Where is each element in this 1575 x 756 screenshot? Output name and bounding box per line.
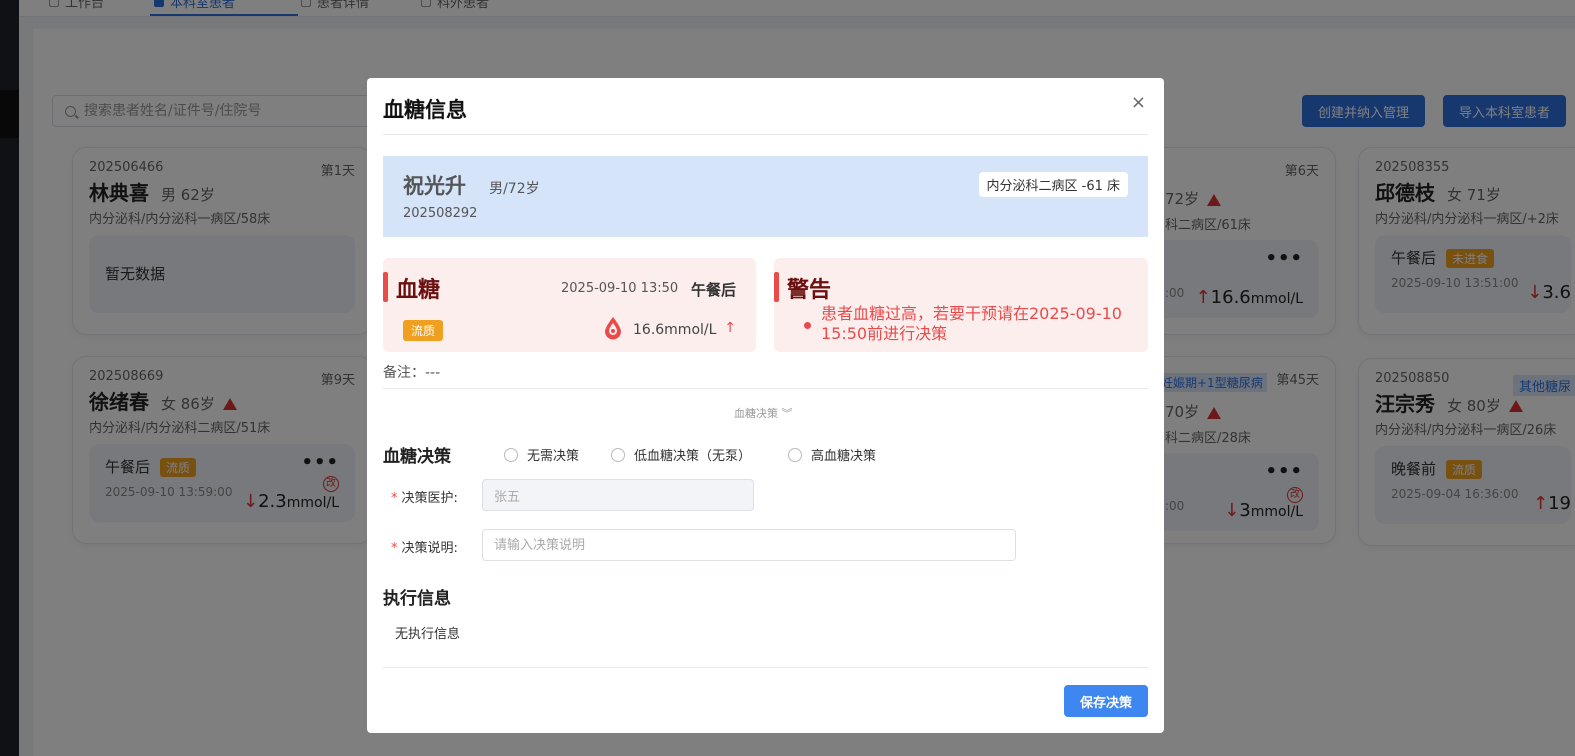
divider — [383, 667, 1148, 668]
bullet-dot — [804, 322, 811, 329]
close-icon[interactable]: × — [1131, 92, 1146, 113]
warning-title: 警告 — [787, 278, 832, 303]
radio-hypo-decision[interactable]: 低血糖决策（无泵） — [611, 445, 751, 464]
blood-drop-icon — [605, 317, 621, 340]
decision-note-input[interactable] — [482, 529, 1016, 561]
decision-section-title: 血糖决策 — [383, 447, 451, 467]
glucose-info-dialog: 血糖信息 × 祝光升 男/72岁 202508292 内分泌科二病区 -61 床… — [367, 78, 1164, 733]
decision-note-label: * 决策说明: — [391, 541, 458, 556]
decision-doctor-field — [482, 479, 754, 511]
remark-text: 备注：--- — [383, 365, 441, 381]
bed-badge: 内分泌科二病区 -61 床 — [978, 172, 1128, 197]
warning-message: 患者血糖过高，若要干预请在2025-09-10 15:50前进行决策 — [821, 304, 1122, 343]
arrow-up-icon: ↑ — [724, 320, 736, 336]
execution-section-title: 执行信息 — [383, 589, 451, 609]
save-decision-button[interactable]: 保存决策 — [1063, 685, 1148, 717]
radio-hyper-decision[interactable]: 高血糖决策 — [788, 445, 876, 464]
patient-number: 202508292 — [403, 206, 478, 221]
measure-datetime: 2025-09-10 13:50 — [561, 281, 679, 296]
divider — [383, 388, 1148, 389]
glucose-title: 血糖 — [396, 278, 441, 303]
collapse-toggle[interactable]: 血糖决策 ︾ — [734, 405, 793, 421]
radio-circle[interactable] — [504, 447, 518, 462]
execution-empty-text: 无执行信息 — [395, 627, 461, 642]
patient-gender-age: 男/72岁 — [489, 181, 540, 197]
glucose-value: 16.6mmol/L — [633, 322, 717, 338]
warning-card: 警告 患者血糖过高，若要干预请在2025-09-10 15:50前进行决策 — [774, 258, 1148, 352]
divider — [383, 134, 1148, 135]
accent-bar — [774, 272, 779, 302]
meal-period: 午餐后 — [690, 281, 736, 299]
radio-circle[interactable] — [788, 447, 802, 462]
diet-tag: 流质 — [403, 320, 444, 341]
radio-circle[interactable] — [611, 447, 625, 462]
dialog-title: 血糖信息 — [383, 98, 467, 122]
accent-bar — [383, 272, 388, 302]
decision-doctor-label: * 决策医护: — [391, 491, 458, 506]
patient-info-banner: 祝光升 男/72岁 202508292 内分泌科二病区 -61 床 — [383, 156, 1148, 237]
patient-name: 祝光升 — [403, 174, 466, 198]
radio-no-decision[interactable]: 无需决策 — [504, 445, 579, 464]
glucose-card: 血糖 2025-09-10 13:50 午餐后 流质 16.6mmol/L ↑ — [383, 258, 756, 352]
